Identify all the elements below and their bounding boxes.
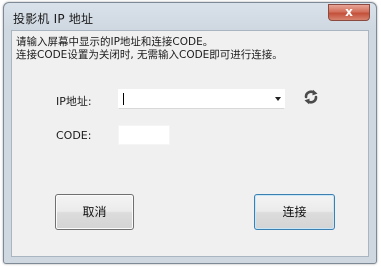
connect-button[interactable]: 连接 — [254, 194, 335, 230]
close-button[interactable]: x — [328, 4, 370, 21]
refresh-icon — [304, 89, 318, 105]
instruction-line-2: 连接CODE设置为关闭时, 无需输入CODE即可进行连接。 — [16, 49, 283, 61]
chevron-down-icon[interactable] — [275, 97, 281, 101]
text-cursor — [123, 93, 124, 105]
ip-address-input[interactable] — [121, 91, 263, 107]
instruction-line-1: 请输入屏幕中显示的IP地址和连接CODE。 — [16, 36, 214, 48]
code-label: CODE: — [56, 129, 92, 142]
ip-address-combobox[interactable] — [118, 89, 285, 109]
instructions: 请输入屏幕中显示的IP地址和连接CODE。 连接CODE设置为关闭时, 无需输入… — [16, 36, 283, 62]
refresh-button[interactable] — [300, 86, 322, 108]
cancel-button[interactable]: 取消 — [55, 194, 134, 230]
title-bar[interactable]: 投影机 IP 地址 x — [4, 3, 376, 30]
window-title: 投影机 IP 地址 — [13, 12, 94, 26]
close-icon: x — [345, 5, 353, 19]
ip-address-label: IP地址: — [56, 95, 92, 108]
code-input[interactable] — [118, 125, 170, 145]
